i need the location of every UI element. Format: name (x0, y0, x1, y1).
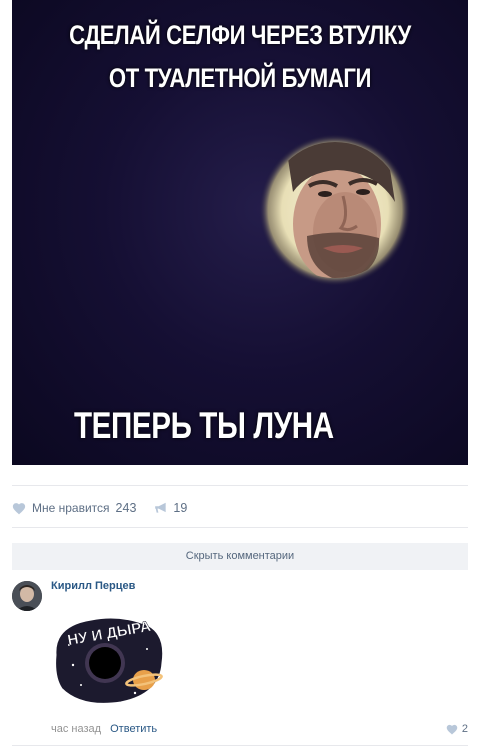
post-actions: Мне нравится 243 19 (12, 498, 187, 518)
comment-like-count: 2 (461, 723, 468, 735)
share-button[interactable]: 19 (154, 501, 187, 515)
reply-button[interactable]: Ответить (110, 723, 157, 735)
meme-top-line-2: ОТ ТУАЛЕТНОЙ БУМАГИ (108, 63, 372, 93)
like-button[interactable]: Мне нравится 243 (12, 501, 136, 515)
comment-like-button[interactable]: 2 (446, 723, 468, 735)
like-label: Мне нравится (32, 501, 110, 515)
heart-icon (12, 502, 26, 514)
comment-meta: час назад Ответить (51, 723, 157, 735)
black-hole-sticker: НУ И ДЫРА (53, 615, 166, 706)
sticker: НУ И ДЫРА (51, 605, 169, 710)
divider (12, 527, 468, 528)
divider (12, 745, 468, 746)
divider (12, 485, 468, 486)
megaphone-icon (155, 502, 167, 513)
meme-bottom-caption: ТЕПЕРЬ ТЫ ЛУНА (74, 405, 334, 446)
post-image[interactable]: СДЕЛАЙ СЕЛФИ ЧЕРЕЗ ВТУЛКУ ОТ ТУАЛЕТНОЙ Б… (12, 0, 468, 465)
comment-author[interactable]: Кирилл Перцев (51, 580, 135, 592)
heart-icon (446, 724, 458, 734)
avatar-photo (12, 581, 42, 611)
avatar[interactable] (12, 581, 42, 611)
meme-top-caption: СДЕЛАЙ СЕЛФИ ЧЕРЕЗ ВТУЛКУ ОТ ТУАЛЕТНОЙ Б… (53, 14, 427, 100)
comment-time[interactable]: час назад (51, 723, 101, 735)
moon-face-photo (259, 134, 411, 286)
like-count: 243 (115, 501, 137, 515)
hide-comments-button[interactable]: Скрыть комментарии (12, 543, 468, 570)
meme-top-line-1: СДЕЛАЙ СЕЛФИ ЧЕРЕЗ ВТУЛКУ (69, 20, 411, 50)
share-count: 19 (173, 501, 188, 515)
